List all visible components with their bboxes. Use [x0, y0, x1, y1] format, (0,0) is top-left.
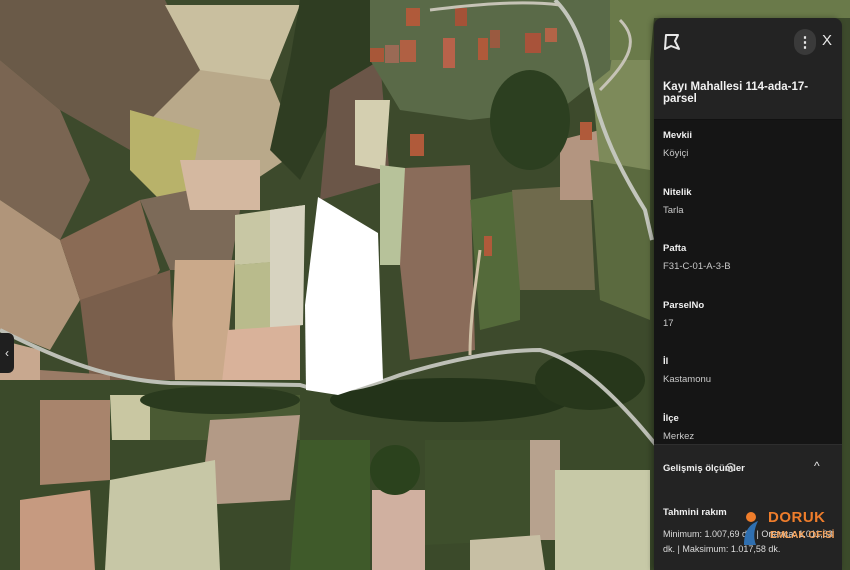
- field-value: Merkez: [663, 430, 695, 442]
- field-label: ParselNo: [663, 299, 705, 311]
- parcel-title: Kayı Mahallesi 114-ada-17-parsel: [654, 68, 842, 120]
- watermark-logo: DORUK EMLAK OFİSİ: [738, 505, 838, 550]
- field-label: Nitelik: [663, 186, 692, 198]
- collapse-panel-button[interactable]: ‹: [0, 333, 14, 373]
- field-nitelik: Nitelik Tarla: [663, 183, 833, 240]
- watermark-emblem-icon: [744, 512, 758, 545]
- field-value: F31-C-01-A-3-B: [663, 261, 731, 272]
- watermark-brand-top: DORUK: [768, 509, 826, 526]
- watermark-brand-bottom: EMLAK OFİSİ: [770, 530, 835, 541]
- field-label: Mevkii: [663, 130, 693, 141]
- parcel-polygon-icon: [664, 34, 680, 50]
- more-vert-icon: ⋮: [797, 34, 813, 51]
- field-value: 17: [663, 317, 674, 329]
- field-mevkii: Mevkii Köyiçi: [663, 126, 833, 183]
- field-parselno: ParselNo 17: [663, 296, 833, 353]
- info-icon[interactable]: i: [726, 463, 735, 472]
- field-value: Köyiçi: [663, 148, 689, 159]
- field-value: Tarla: [663, 204, 684, 216]
- advanced-measurements-toggle[interactable]: Gelişmiş ölçümler i ^: [654, 445, 842, 493]
- panel-header: ⋮ X: [654, 18, 842, 68]
- field-label: İlçe: [663, 412, 679, 424]
- field-value: Kastamonu: [663, 374, 712, 385]
- parcel-details: Mevkii Köyiçi Nitelik Tarla Pafta F31-C-…: [654, 120, 842, 450]
- chevron-up-icon[interactable]: ^: [814, 459, 820, 473]
- parcel-info-panel: ⋮ X Kayı Mahallesi 114-ada-17-parsel Mev…: [654, 18, 842, 570]
- close-icon: X: [822, 32, 833, 49]
- field-label: Pafta: [663, 243, 687, 254]
- more-options-button[interactable]: ⋮: [794, 29, 816, 55]
- chevron-left-icon: ‹: [5, 346, 9, 360]
- field-pafta: Pafta F31-C-01-A-3-B: [663, 239, 833, 296]
- field-label: İl: [663, 356, 669, 367]
- field-il: İl Kastamonu: [663, 352, 833, 409]
- close-button[interactable]: X: [822, 32, 832, 49]
